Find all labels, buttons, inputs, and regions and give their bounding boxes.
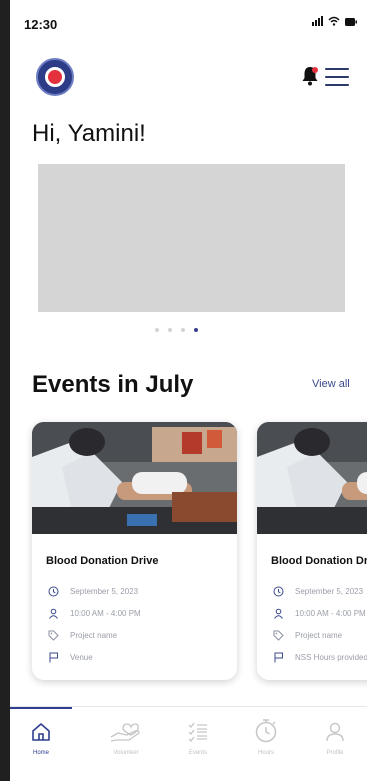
person-icon bbox=[271, 606, 285, 620]
event-date: September 5, 2023 bbox=[295, 586, 364, 596]
tab-label-hours: Hours bbox=[257, 750, 274, 756]
event-card[interactable]: Blood Donation Drive September 5, 2023 1… bbox=[257, 422, 367, 680]
event-project-row: Project name bbox=[46, 628, 117, 642]
event-photo bbox=[257, 422, 367, 534]
event-project: Project name bbox=[70, 630, 118, 640]
carousel-dot-active[interactable] bbox=[194, 328, 198, 332]
tab-profile[interactable]: Profile bbox=[310, 721, 360, 756]
phone-screen: 12:30 Hi, Yamini! Events in July View al… bbox=[10, 0, 367, 781]
section-title: Events in July bbox=[32, 371, 194, 398]
hamburger-icon[interactable] bbox=[325, 68, 349, 86]
event-venue: Venue bbox=[70, 652, 93, 662]
event-date: September 5, 2023 bbox=[70, 586, 139, 596]
stopwatch-icon bbox=[255, 719, 277, 743]
logo-emblem bbox=[45, 67, 65, 87]
event-project-row: Project name bbox=[271, 628, 342, 642]
event-hours: NSS Hours provided bbox=[295, 652, 367, 662]
tab-events[interactable]: Events bbox=[173, 721, 223, 756]
tag-icon bbox=[46, 628, 60, 642]
view-all-link[interactable]: View all bbox=[312, 378, 350, 390]
event-venue-row: Venue bbox=[46, 650, 93, 664]
bell-icon[interactable] bbox=[301, 66, 319, 86]
flag-icon bbox=[46, 650, 60, 664]
clock-icon bbox=[46, 584, 60, 598]
tab-label-events: Events bbox=[188, 750, 208, 756]
carousel-dot[interactable] bbox=[155, 328, 159, 332]
event-date-row: September 5, 2023 bbox=[46, 584, 138, 598]
status-time: 12:30 bbox=[24, 17, 58, 32]
event-hours-row: NSS Hours provided bbox=[271, 650, 367, 664]
event-title: Blood Donation Drive bbox=[46, 555, 159, 567]
tab-label-profile: Profile bbox=[326, 750, 344, 756]
nss-logo[interactable] bbox=[36, 58, 74, 96]
volunteer-hands-icon bbox=[110, 723, 140, 742]
event-time-row: 10:00 AM - 4:00 PM bbox=[271, 606, 366, 620]
bottom-tab-bar: Home Volunteer Events Hours Profile bbox=[10, 706, 367, 781]
status-bar: 12:30 bbox=[10, 0, 367, 36]
event-project: Project name bbox=[295, 630, 343, 640]
tab-home[interactable]: Home bbox=[16, 721, 66, 756]
clock-icon bbox=[271, 584, 285, 598]
event-date-row: September 5, 2023 bbox=[271, 584, 363, 598]
tab-label-volunteer: Volunteer bbox=[113, 750, 139, 756]
status-icons bbox=[312, 16, 357, 26]
event-time-row: 10:00 AM - 4:00 PM bbox=[46, 606, 141, 620]
list-checks-icon bbox=[188, 722, 207, 742]
tab-volunteer[interactable]: Volunteer bbox=[101, 721, 151, 756]
battery-icon bbox=[345, 18, 357, 26]
person-icon bbox=[326, 722, 344, 742]
home-icon bbox=[32, 723, 50, 741]
tag-icon bbox=[271, 628, 285, 642]
flag-icon bbox=[271, 650, 285, 664]
active-tab-indicator bbox=[10, 707, 72, 709]
event-photo bbox=[32, 422, 237, 534]
signal-icon bbox=[312, 16, 323, 26]
person-icon bbox=[46, 606, 60, 620]
tab-label-home: Home bbox=[32, 750, 49, 756]
event-card[interactable]: Blood Donation Drive September 5, 2023 1… bbox=[32, 422, 237, 680]
event-time: 10:00 AM - 4:00 PM bbox=[70, 608, 141, 618]
tab-hours[interactable]: Hours bbox=[241, 719, 291, 756]
event-title: Blood Donation Drive bbox=[271, 555, 367, 567]
carousel-dots bbox=[155, 328, 198, 332]
wifi-icon bbox=[328, 16, 340, 26]
carousel-dot[interactable] bbox=[181, 328, 185, 332]
greeting-heading: Hi, Yamini! bbox=[32, 120, 146, 147]
carousel-banner[interactable] bbox=[38, 164, 345, 312]
event-time: 10:00 AM - 4:00 PM bbox=[295, 608, 366, 618]
carousel-dot[interactable] bbox=[168, 328, 172, 332]
